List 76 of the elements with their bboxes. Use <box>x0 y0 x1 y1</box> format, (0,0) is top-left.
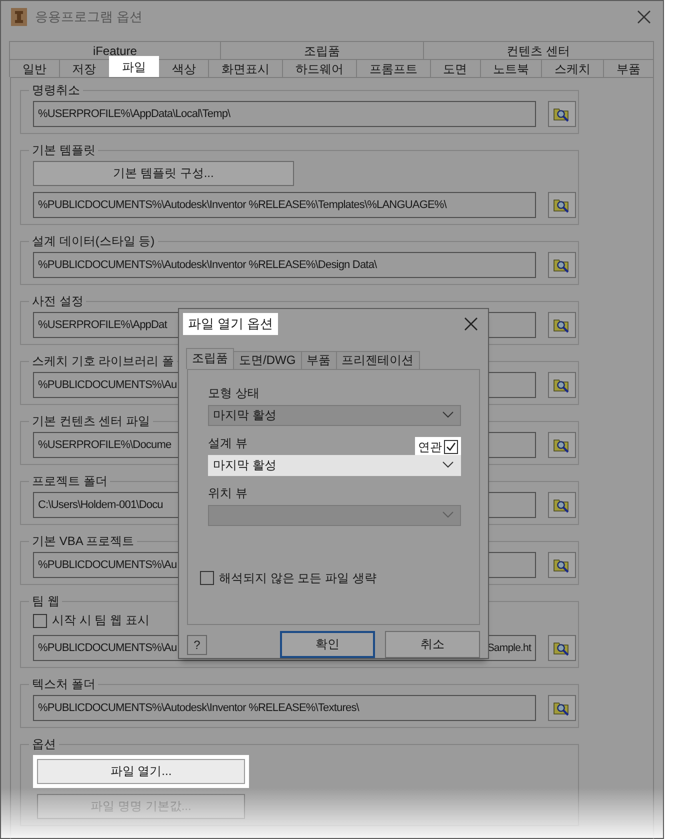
browse-button[interactable] <box>548 695 576 721</box>
group-title: 명령취소 <box>31 82 81 99</box>
browse-button[interactable] <box>548 252 576 278</box>
tab[interactable]: 노트북 <box>480 59 542 77</box>
tab[interactable]: 일반 <box>9 59 60 77</box>
browse-button[interactable] <box>548 101 576 127</box>
group-title: 사전 설정 <box>31 293 84 310</box>
group-title: 설계 데이터(스타일 등) <box>31 233 156 250</box>
close-icon[interactable] <box>637 10 651 24</box>
tab[interactable]: 프롬프트 <box>356 59 431 77</box>
folder-search-icon <box>553 557 571 573</box>
tab[interactable]: 부품 <box>603 59 654 77</box>
browse-button[interactable] <box>548 492 576 518</box>
tab[interactable]: 조립품 <box>186 348 234 369</box>
check-icon <box>445 441 457 454</box>
group-title: 텍스처 폴더 <box>31 676 96 693</box>
tab[interactable]: 프리젠테이션 <box>336 350 420 369</box>
path-field[interactable]: %PUBLICDOCUMENTS%\Autodesk\Inventor %RELEASE%\Templates\%LANGUAGE%\ <box>33 192 536 218</box>
window-title: 응용프로그램 옵션 <box>35 8 144 26</box>
path-field[interactable]: %PUBLICDOCUMENTS%\Autodesk\Inventor %RELEASE%\Textures\ <box>33 695 536 721</box>
folder-search-icon <box>553 317 571 333</box>
group-button[interactable]: 기본 템플릿 구성... <box>33 161 294 186</box>
folder-search-icon <box>553 497 571 513</box>
browse-button[interactable] <box>548 192 576 218</box>
dialog-button[interactable]: 확인 <box>280 631 375 658</box>
tab[interactable]: 스케치 <box>541 59 604 77</box>
tab[interactable]: iFeature <box>9 41 221 59</box>
group-title: 팀 웹 <box>31 593 60 610</box>
tab[interactable]: 부품 <box>300 350 337 369</box>
checkbox[interactable] <box>200 571 214 586</box>
group-title: 기본 컨텐츠 센터 파일 <box>31 413 152 430</box>
checkbox-label: 시작 시 팀 웹 표시 <box>52 612 150 629</box>
checkbox-label: 해석되지 않은 모든 파일 생략 <box>219 570 376 587</box>
dropdown[interactable]: 마지막 활성 <box>208 454 461 476</box>
tab[interactable]: 저장 <box>58 59 110 77</box>
path-field[interactable]: %PUBLICDOCUMENTS%\Autodesk\Inventor %RELEASE%\Design Data\ <box>33 252 536 278</box>
tab[interactable]: 도면/DWG <box>233 350 302 369</box>
chevron-down-icon <box>442 461 454 470</box>
tab[interactable]: 도면 <box>430 59 480 77</box>
folder-search-icon <box>553 257 571 273</box>
help-button[interactable]: ? <box>187 634 207 654</box>
checkbox[interactable] <box>33 614 47 628</box>
dropdown-label: 위치 뷰 <box>208 484 248 502</box>
group-title: 기본 VBA 프로젝트 <box>31 533 136 550</box>
tab[interactable]: 화면표시 <box>208 59 284 77</box>
dialog-button[interactable]: 취소 <box>385 631 480 658</box>
dialog-title: 파일 열기 옵션 <box>183 313 278 336</box>
browse-button[interactable] <box>548 635 576 661</box>
tab[interactable]: 하드웨어 <box>282 59 357 77</box>
browse-button[interactable] <box>548 552 576 578</box>
browse-button[interactable] <box>548 432 576 458</box>
close-icon[interactable] <box>464 317 478 332</box>
folder-search-icon <box>553 437 571 453</box>
dropdown-label: 모형 상태 <box>208 384 260 402</box>
group-title: 프로젝트 폴더 <box>31 473 108 490</box>
chevron-down-icon <box>442 511 454 520</box>
browse-button[interactable] <box>548 312 576 338</box>
group-title: 스케치 기호 라이브러리 폴 <box>31 353 176 370</box>
dropdown-label: 설계 뷰 <box>208 434 248 452</box>
folder-search-icon <box>553 377 571 393</box>
dropdown[interactable]: 마지막 활성 <box>208 404 461 426</box>
folder-search-icon <box>553 640 571 656</box>
tab[interactable]: 파일 <box>108 56 160 77</box>
tab[interactable]: 조립품 <box>220 41 424 59</box>
group-title: 기본 템플릿 <box>31 142 96 159</box>
folder-search-icon <box>553 700 571 716</box>
associative-checkbox[interactable]: 연관 <box>415 436 461 458</box>
tab[interactable]: 색상 <box>158 59 210 77</box>
tab[interactable]: 컨텐츠 센터 <box>422 41 654 59</box>
chevron-down-icon <box>442 411 454 420</box>
path-field[interactable]: %USERPROFILE%\AppData\Local\Temp\ <box>33 101 536 127</box>
folder-search-icon <box>553 197 571 213</box>
group-title: 옵션 <box>31 736 57 753</box>
app-icon <box>11 8 27 26</box>
folder-search-icon <box>553 106 571 122</box>
browse-button[interactable] <box>548 372 576 398</box>
